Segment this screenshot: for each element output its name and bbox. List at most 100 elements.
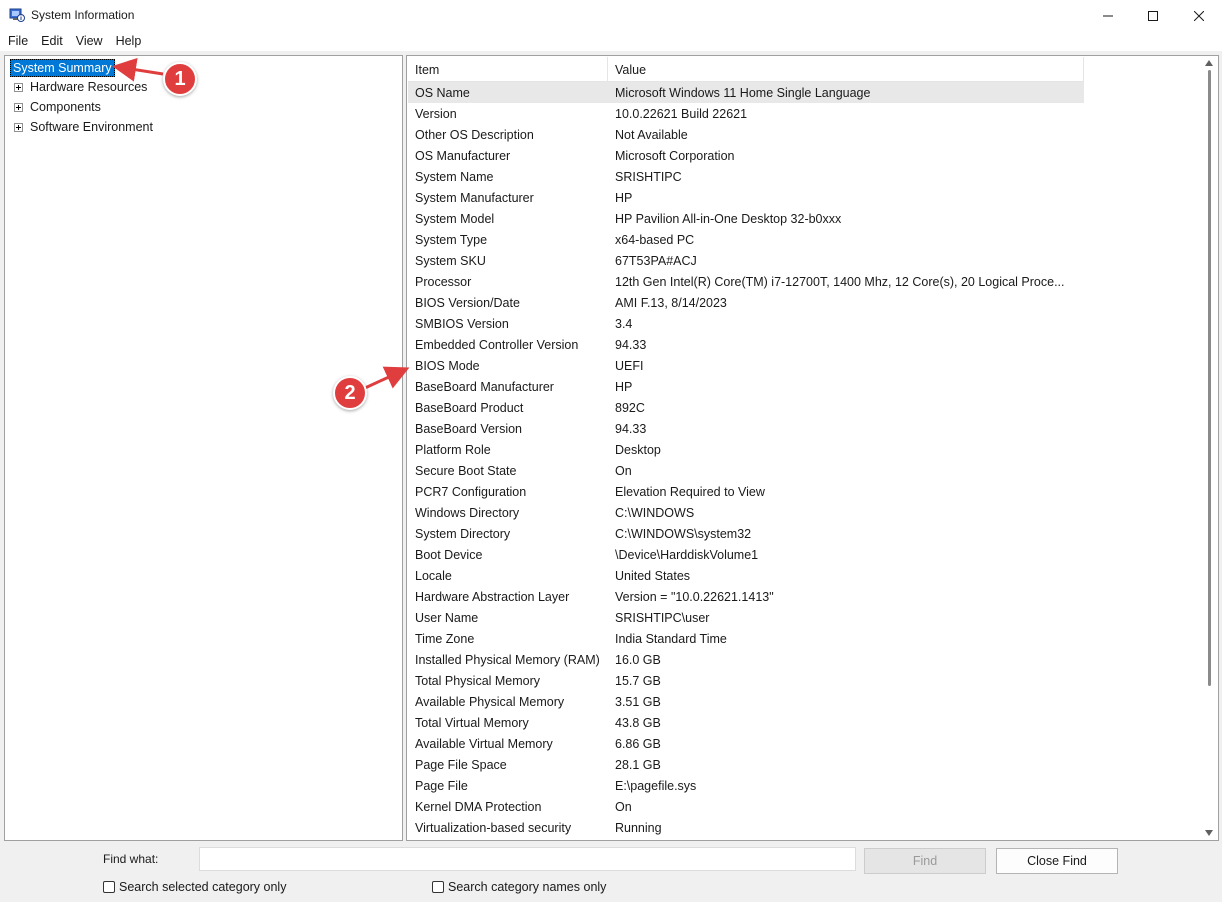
table-row[interactable]: Locale United States: [408, 565, 1084, 586]
row-item: System Name: [415, 170, 494, 184]
expand-icon[interactable]: [14, 103, 23, 112]
row-item: Time Zone: [415, 632, 475, 646]
table-row[interactable]: Available Virtual Memory 6.86 GB: [408, 733, 1084, 754]
row-value: On: [615, 464, 632, 478]
table-row[interactable]: Time Zone India Standard Time: [408, 628, 1084, 649]
table-row[interactable]: Page File E:\pagefile.sys: [408, 775, 1084, 796]
minimize-button[interactable]: [1085, 0, 1131, 31]
table-row[interactable]: Boot Device \Device\HarddiskVolume1: [408, 544, 1084, 565]
table-row[interactable]: Available Physical Memory 3.51 GB: [408, 691, 1084, 712]
tree-item-components[interactable]: Components: [30, 100, 101, 114]
table-row[interactable]: OS Name Microsoft Windows 11 Home Single …: [408, 82, 1084, 103]
table-row[interactable]: Page File Space 28.1 GB: [408, 754, 1084, 775]
table-row[interactable]: System Model HP Pavilion All-in-One Deskt…: [408, 208, 1084, 229]
table-row[interactable]: System Manufacturer HP: [408, 187, 1084, 208]
category-tree[interactable]: System Summary Hardware Resources Compon…: [4, 55, 403, 841]
row-item: Available Physical Memory: [415, 695, 565, 709]
title-bar: System Information: [0, 0, 1222, 31]
row-item: Hardware Abstraction Layer: [415, 590, 570, 604]
checkbox-box[interactable]: [103, 881, 115, 893]
menu-edit[interactable]: Edit: [37, 34, 68, 48]
row-value: On: [615, 800, 632, 814]
row-value: Microsoft Corporation: [615, 149, 735, 163]
find-input[interactable]: [199, 847, 856, 871]
menu-view[interactable]: View: [72, 34, 108, 48]
row-item: Other OS Description: [415, 128, 534, 142]
menu-help[interactable]: Help: [112, 34, 147, 48]
column-divider[interactable]: [1083, 57, 1084, 82]
row-value: \Device\HarddiskVolume1: [615, 548, 759, 562]
row-value: 892C: [615, 401, 645, 415]
row-value: Microsoft Windows 11 Home Single Languag…: [615, 86, 871, 100]
table-row[interactable]: Other OS Description Not Available: [408, 124, 1084, 145]
row-value: 15.7 GB: [615, 674, 661, 688]
system-info-icon: [9, 8, 25, 22]
table-row[interactable]: Windows Directory C:\WINDOWS: [408, 502, 1084, 523]
table-row[interactable]: Total Physical Memory 15.7 GB: [408, 670, 1084, 691]
row-value: C:\WINDOWS\system32: [615, 527, 752, 541]
row-value: HP: [615, 191, 633, 205]
table-row[interactable]: System SKU 67T53PA#ACJ: [408, 250, 1084, 271]
table-row[interactable]: BIOS Version/Date AMI F.13, 8/14/2023: [408, 292, 1084, 313]
find-button[interactable]: Find: [864, 848, 986, 874]
menu-bar: File Edit View Help: [0, 31, 1222, 51]
table-row[interactable]: OS Manufacturer Microsoft Corporation: [408, 145, 1084, 166]
row-item: Locale: [415, 569, 452, 583]
maximize-button[interactable]: [1130, 0, 1176, 31]
checkbox-box[interactable]: [432, 881, 444, 893]
vertical-scrollbar[interactable]: [1201, 56, 1218, 840]
table-row[interactable]: Hardware Abstraction Layer Version = "10.…: [408, 586, 1084, 607]
details-list[interactable]: Item Value OS Name Microsoft Windows 11 H…: [406, 55, 1219, 841]
row-value: 28.1 GB: [615, 758, 661, 772]
table-row[interactable]: Version 10.0.22621 Build 22621: [408, 103, 1084, 124]
row-item: Processor: [415, 275, 472, 289]
list-header: Item Value: [408, 57, 1084, 82]
table-row[interactable]: BaseBoard Manufacturer HP: [408, 376, 1084, 397]
close-window-button[interactable]: [1176, 0, 1222, 31]
column-header-value[interactable]: Value: [615, 63, 646, 77]
table-row[interactable]: BaseBoard Product 892C: [408, 397, 1084, 418]
search-category-names-checkbox[interactable]: Search category names only: [432, 880, 606, 894]
table-row[interactable]: Installed Physical Memory (RAM) 16.0 GB: [408, 649, 1084, 670]
scrollbar-thumb[interactable]: [1208, 70, 1211, 686]
table-row[interactable]: Processor 12th Gen Intel(R) Core(TM) i7-1…: [408, 271, 1084, 292]
expand-icon[interactable]: [14, 123, 23, 132]
close-find-button[interactable]: Close Find: [996, 848, 1118, 874]
table-row[interactable]: User Name SRISHTIPC\user: [408, 607, 1084, 628]
table-row[interactable]: BIOS Mode UEFI: [408, 355, 1084, 376]
table-row[interactable]: System Directory C:\WINDOWS\system32: [408, 523, 1084, 544]
row-item: Windows Directory: [415, 506, 520, 520]
row-value: AMI F.13, 8/14/2023: [615, 296, 727, 310]
close-icon: [1194, 10, 1204, 21]
annotation-marker-2: 2: [333, 376, 367, 410]
table-row[interactable]: Kernel DMA Protection On: [408, 796, 1084, 817]
row-item: Total Physical Memory: [415, 674, 541, 688]
table-row[interactable]: Platform Role Desktop: [408, 439, 1084, 460]
search-selected-category-checkbox[interactable]: Search selected category only: [103, 880, 286, 894]
row-value: 67T53PA#ACJ: [615, 254, 697, 268]
column-header-item[interactable]: Item: [415, 63, 439, 77]
tree-item-system-summary[interactable]: System Summary: [10, 59, 115, 77]
list-rows: OS Name Microsoft Windows 11 Home Single …: [408, 82, 1084, 838]
table-row[interactable]: Total Virtual Memory 43.8 GB: [408, 712, 1084, 733]
scroll-up-icon[interactable]: [1205, 60, 1213, 66]
table-row[interactable]: Virtualization-based security Running: [408, 817, 1084, 838]
table-row[interactable]: System Name SRISHTIPC: [408, 166, 1084, 187]
column-divider[interactable]: [607, 57, 608, 82]
tree-item-software-environment[interactable]: Software Environment: [30, 120, 153, 134]
expand-icon[interactable]: [14, 83, 23, 92]
table-row[interactable]: Embedded Controller Version 94.33: [408, 334, 1084, 355]
table-row[interactable]: PCR7 Configuration Elevation Required to …: [408, 481, 1084, 502]
table-row[interactable]: System Type x64-based PC: [408, 229, 1084, 250]
menu-file[interactable]: File: [4, 34, 33, 48]
scroll-down-icon[interactable]: [1205, 830, 1213, 836]
row-value: SRISHTIPC: [615, 170, 682, 184]
row-item: Boot Device: [415, 548, 483, 562]
row-value: Elevation Required to View: [615, 485, 765, 499]
row-item: Total Virtual Memory: [415, 716, 529, 730]
find-label: Find what:: [103, 852, 159, 866]
table-row[interactable]: SMBIOS Version 3.4: [408, 313, 1084, 334]
tree-item-hardware-resources[interactable]: Hardware Resources: [30, 80, 147, 94]
table-row[interactable]: Secure Boot State On: [408, 460, 1084, 481]
table-row[interactable]: BaseBoard Version 94.33: [408, 418, 1084, 439]
